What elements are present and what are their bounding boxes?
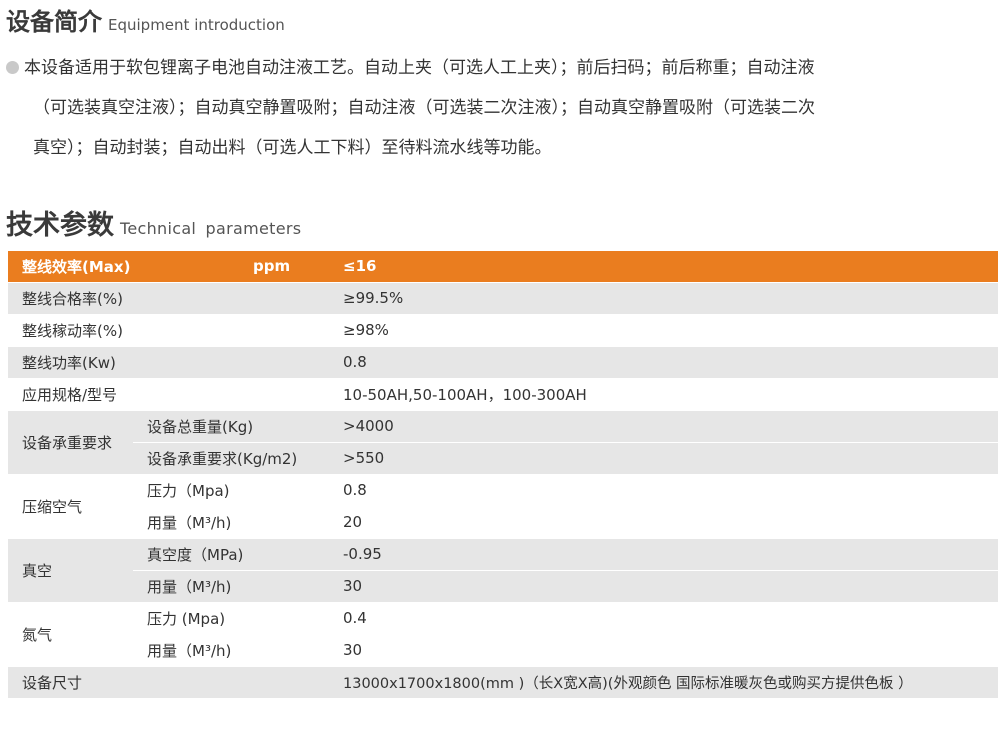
intro-text-1: 本设备适用于软包锂离子电池自动注液工艺。自动上夹（可选人工上夹）；前后扫码；前后… — [24, 58, 815, 78]
table-row: 整线功率(Kw) 0.8 — [8, 346, 998, 379]
intro-line-3: 真空）；自动封装；自动出料（可选人工下料）至待料流水线等功能。 — [33, 138, 552, 158]
row-param-name: 整线稼动率(%) — [8, 314, 329, 347]
row-value: 30 — [329, 634, 998, 667]
header-value: ≤16 — [329, 251, 998, 283]
row-sub-name: 设备总重量(Kg) — [133, 410, 329, 443]
table-row: 真空 真空度（MPa) -0.95 — [8, 538, 998, 603]
row-sub-name: 压力（Mpa) — [133, 474, 329, 507]
row-value: 30 — [329, 570, 998, 603]
group-name-load: 设备承重要求 — [8, 410, 133, 475]
row-value: 0.8 — [329, 474, 998, 507]
row-value: >4000 — [329, 410, 998, 443]
row-value: >550 — [329, 442, 998, 475]
intro-line-1: 本设备适用于软包锂离子电池自动注液工艺。自动上夹（可选人工上夹）；前后扫码；前后… — [6, 53, 815, 78]
group-name-air: 压缩空气 — [8, 474, 133, 539]
row-param-name: 整线合格率(%) — [8, 282, 329, 315]
row-sub-name: 用量（M³/h) — [133, 570, 329, 603]
row-value: 13000x1700x1800(mm )（长X宽X高)(外观颜色 国际标准暖灰色… — [329, 666, 998, 699]
params-title-en: Technical parameters — [120, 219, 302, 238]
bullet-dot-icon — [6, 61, 19, 74]
table-row: 设备承重要求 设备总重量(Kg) >4000 — [8, 410, 998, 475]
row-sub-name: 真空度（MPa) — [133, 538, 329, 571]
row-param-name: 整线功率(Kw) — [8, 346, 329, 379]
table-row: 压缩空气 压力（Mpa) 0.8 — [8, 474, 998, 539]
table-header-row: 整线效率(Max) ppm ≤16 — [8, 251, 998, 283]
header-unit: ppm — [133, 251, 329, 283]
table-row: 应用规格/型号 10-50AH,50-100AH，100-300AH — [8, 378, 998, 411]
header-param-name: 整线效率(Max) — [8, 251, 133, 283]
table-row: 整线稼动率(%) ≥98% — [8, 314, 998, 347]
row-value: 0.4 — [329, 602, 998, 635]
params-title-zh: 技术参数 — [6, 210, 114, 241]
row-value: ≥99.5% — [329, 282, 998, 315]
row-param-name: 设备尺寸 — [8, 666, 329, 699]
table-row: 氮气 压力 (Mpa) 0.4 — [8, 602, 998, 667]
row-sub-name: 用量（M³/h) — [133, 634, 329, 667]
table-row: 整线合格率(%) ≥99.5% — [8, 282, 998, 315]
group-name-nitrogen: 氮气 — [8, 602, 133, 667]
group-name-vacuum: 真空 — [8, 538, 133, 603]
table-row: 设备尺寸 13000x1700x1800(mm )（长X宽X高)(外观颜色 国际… — [8, 666, 998, 699]
table-row: 用量（M³/h) 30 — [8, 634, 998, 667]
intro-title-en: Equipment introduction — [108, 16, 285, 34]
row-param-name: 应用规格/型号 — [8, 378, 329, 411]
intro-title-zh: 设备简介 — [6, 8, 102, 36]
table-row: 用量（M³/h) 30 — [8, 570, 998, 603]
row-sub-name: 压力 (Mpa) — [133, 602, 329, 635]
row-sub-name: 用量（M³/h) — [133, 506, 329, 539]
intro-line-2: （可选装真空注液）；自动真空静置吸附；自动注液（可选装二次注液）；自动真空静置吸… — [33, 98, 815, 118]
row-value: -0.95 — [329, 538, 998, 571]
spec-table: 整线效率(Max) ppm ≤16 整线合格率(%) ≥99.5% 整线稼动率(… — [8, 251, 998, 699]
table-row: 用量（M³/h) 20 — [8, 506, 998, 539]
row-value: 20 — [329, 506, 998, 539]
row-value: ≥98% — [329, 314, 998, 347]
intro-section-title: 设备简介 Equipment introduction — [6, 2, 285, 37]
row-value: 0.8 — [329, 346, 998, 379]
row-value: 10-50AH,50-100AH，100-300AH — [329, 378, 998, 411]
row-sub-name: 设备承重要求(Kg/m2) — [133, 442, 329, 475]
params-section-title: 技术参数 Technical parameters — [6, 203, 301, 242]
table-row: 设备承重要求(Kg/m2) >550 — [8, 442, 998, 475]
